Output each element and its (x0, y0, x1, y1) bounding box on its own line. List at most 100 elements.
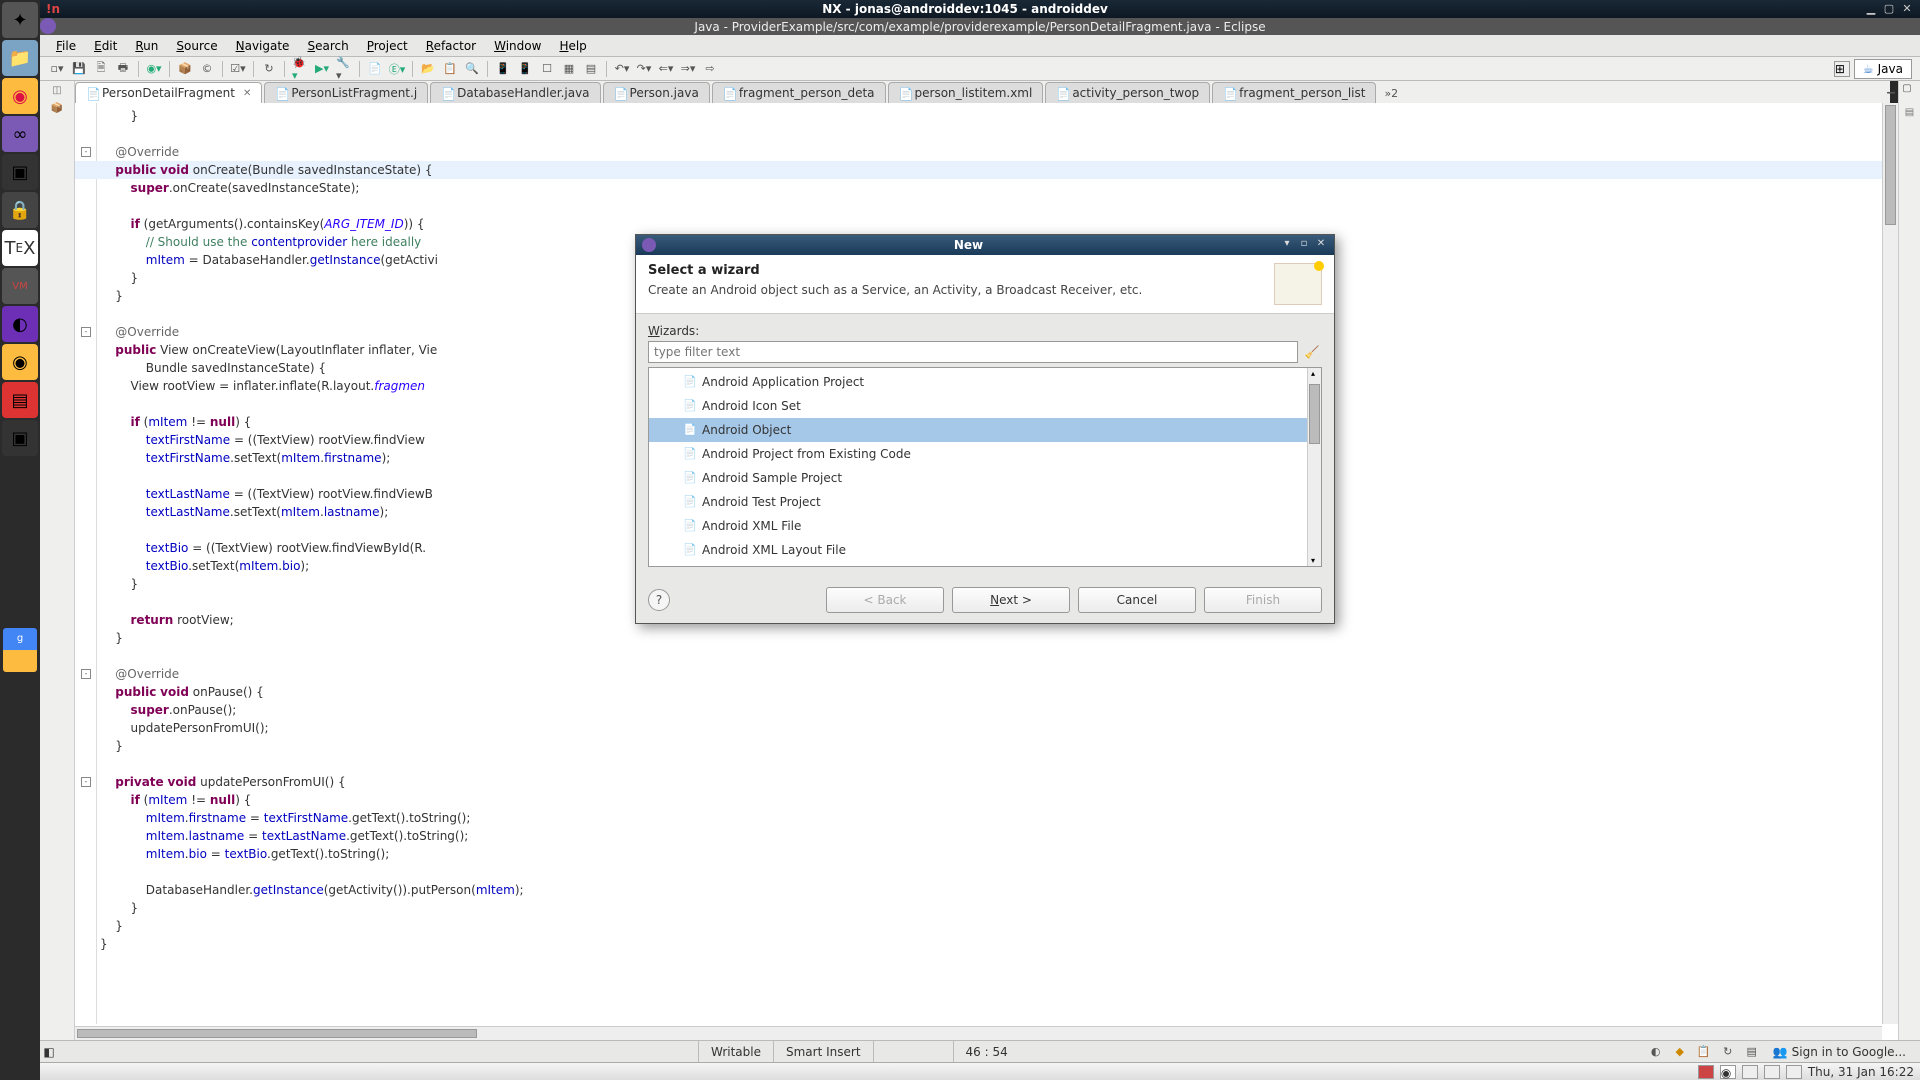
taskbar-clock[interactable]: Thu, 31 Jan 16:22 (1808, 1065, 1914, 1079)
dock-chrome-grouped[interactable]: g (3, 628, 37, 672)
restore-view-icon[interactable]: ◫ (50, 85, 64, 99)
menu-edit[interactable]: Edit (86, 36, 125, 56)
wizard-item-2[interactable]: 📄Android Object (649, 418, 1321, 442)
menu-source[interactable]: Source (168, 36, 225, 56)
status-icon-2[interactable]: ◆ (1671, 1043, 1689, 1061)
dialog-minimize[interactable]: ▾ (1280, 238, 1294, 252)
forward-button[interactable]: ⇒▾ (679, 60, 697, 78)
dock-terminal-2[interactable]: ▣ (2, 420, 38, 456)
status-icon[interactable]: ◧ (40, 1045, 58, 1059)
back-button[interactable]: < Back (826, 587, 944, 613)
wizard-item-7[interactable]: 📄Android XML Layout File (649, 538, 1321, 562)
run-button[interactable]: ▶▾ (313, 60, 331, 78)
help-button[interactable]: ? (648, 589, 670, 611)
tray-3[interactable] (1742, 1065, 1758, 1079)
dock-files[interactable]: 📁 (2, 40, 38, 76)
perspective-java[interactable]: ☕Java (1854, 59, 1912, 79)
status-icon-1[interactable]: ◐ (1647, 1043, 1665, 1061)
fold-marker[interactable]: - (81, 777, 91, 787)
editor-tab-3[interactable]: 📄Person.java (603, 82, 710, 103)
external-tools-button[interactable]: 🔧▾ (335, 60, 353, 78)
dock-app-1[interactable]: ✦ (2, 2, 38, 38)
tray-2[interactable]: ◉ (1720, 1065, 1736, 1079)
save-button[interactable]: 💾 (70, 60, 88, 78)
outline-view-icon[interactable]: ▤ (1903, 107, 1917, 121)
dock-vm[interactable]: VM (2, 268, 38, 304)
wizard-filter-input[interactable] (648, 341, 1298, 363)
menu-refactor[interactable]: Refactor (418, 36, 484, 56)
wizard-item-5[interactable]: 📄Android Test Project (649, 490, 1321, 514)
toggle-button[interactable]: ☑▾ (229, 60, 247, 78)
menu-file[interactable]: File (48, 36, 84, 56)
dialog-maximize[interactable]: ▫ (1297, 238, 1311, 252)
android-avd-button[interactable]: 📱 (516, 60, 534, 78)
menu-window[interactable]: Window (486, 36, 549, 56)
nav-prev-button[interactable]: ↶▾ (613, 60, 631, 78)
search-button[interactable]: 🔍 (463, 60, 481, 78)
last-edit-button[interactable]: ⇨ (701, 60, 719, 78)
tab-close[interactable]: ✕ (243, 88, 251, 99)
tray-5[interactable] (1786, 1065, 1802, 1079)
dialog-title-bar[interactable]: New ▾ ▫ ✕ (636, 235, 1334, 255)
status-icon-5[interactable]: ▤ (1743, 1043, 1761, 1061)
print-button[interactable]: 🖶 (114, 60, 132, 78)
hierarchy-button[interactable]: ▤ (582, 60, 600, 78)
next-button[interactable]: Next > (952, 587, 1070, 613)
dock-terminal-1[interactable]: ▣ (2, 154, 38, 190)
new-class-button[interactable]: © (198, 60, 216, 78)
new-button[interactable]: ▫▾ (48, 60, 66, 78)
android-sdk-button[interactable]: 📱 (494, 60, 512, 78)
package-explorer-icon[interactable]: 📦 (50, 103, 64, 117)
dock-tex[interactable]: TEX (2, 230, 38, 266)
editor-tab-0[interactable]: 📄PersonDetailFragment✕ (75, 82, 262, 103)
editor-hscroll[interactable] (75, 1026, 1882, 1040)
fold-marker[interactable]: - (81, 669, 91, 679)
tab-minimize[interactable]: ▁ (1884, 83, 1898, 97)
editor-vscroll[interactable] (1882, 103, 1898, 1024)
lint-button[interactable]: ☐ (538, 60, 556, 78)
editor-tab-2[interactable]: 📄DatabaseHandler.java (430, 82, 600, 103)
tray-4[interactable] (1764, 1065, 1780, 1079)
new-enum-button[interactable]: Ⓔ▾ (388, 60, 406, 78)
tray-1[interactable] (1698, 1065, 1714, 1079)
status-icon-4[interactable]: ↻ (1719, 1043, 1737, 1061)
dock-chrome-2[interactable]: ◉ (2, 344, 38, 380)
editor-tab-5[interactable]: 📄person_listitem.xml (888, 82, 1044, 103)
menu-search[interactable]: Search (299, 36, 356, 56)
menu-navigate[interactable]: Navigate (228, 36, 298, 56)
save-all-button[interactable]: 🗎 (92, 60, 110, 78)
finish-button[interactable]: Finish (1204, 587, 1322, 613)
wizard-item-0[interactable]: 📄Android Application Project (649, 370, 1321, 394)
dock-lock[interactable]: 🔒 (2, 192, 38, 228)
fold-marker[interactable]: - (81, 147, 91, 157)
build-button[interactable]: ◉▾ (145, 60, 163, 78)
editor-tab-7[interactable]: 📄fragment_person_list (1212, 82, 1376, 103)
dialog-close[interactable]: ✕ (1314, 238, 1328, 252)
dock-chrome-1[interactable]: ◉ (2, 78, 38, 114)
open-task-button[interactable]: 📋 (441, 60, 459, 78)
refresh-button[interactable]: ↻ (260, 60, 278, 78)
filter-clear-icon[interactable]: 🧹 (1302, 341, 1322, 363)
wizard-tree[interactable]: 📄Android Application Project📄Android Ico… (648, 367, 1322, 567)
debug-button[interactable]: 🐞▾ (291, 60, 309, 78)
menu-project[interactable]: Project (359, 36, 416, 56)
window-maximize[interactable]: ▢ (1882, 2, 1896, 16)
editor-tab-4[interactable]: 📄fragment_person_deta (712, 82, 886, 103)
cancel-button[interactable]: Cancel (1078, 587, 1196, 613)
window-close[interactable]: ✕ (1900, 2, 1914, 16)
wizard-item-1[interactable]: 📄Android Icon Set (649, 394, 1321, 418)
google-signin[interactable]: 👥Sign in to Google... (1767, 1043, 1912, 1061)
new-package-button[interactable]: 📦 (176, 60, 194, 78)
dock-emacs[interactable]: ∞ (2, 116, 38, 152)
wizard-item-6[interactable]: 📄Android XML File (649, 514, 1321, 538)
editor-tab-6[interactable]: 📄activity_person_twop (1045, 82, 1210, 103)
menu-run[interactable]: Run (127, 36, 166, 56)
menu-help[interactable]: Help (551, 36, 594, 56)
status-icon-3[interactable]: 📋 (1695, 1043, 1713, 1061)
tab-maximize[interactable]: ▢ (1900, 83, 1914, 97)
window-minimize[interactable]: ▁ (1864, 2, 1878, 16)
tab-overflow[interactable]: »2 (1378, 84, 1404, 103)
wizard-item-4[interactable]: 📄Android Sample Project (649, 466, 1321, 490)
open-type-button[interactable]: 📂 (419, 60, 437, 78)
dock-htop[interactable]: ▤ (2, 382, 38, 418)
